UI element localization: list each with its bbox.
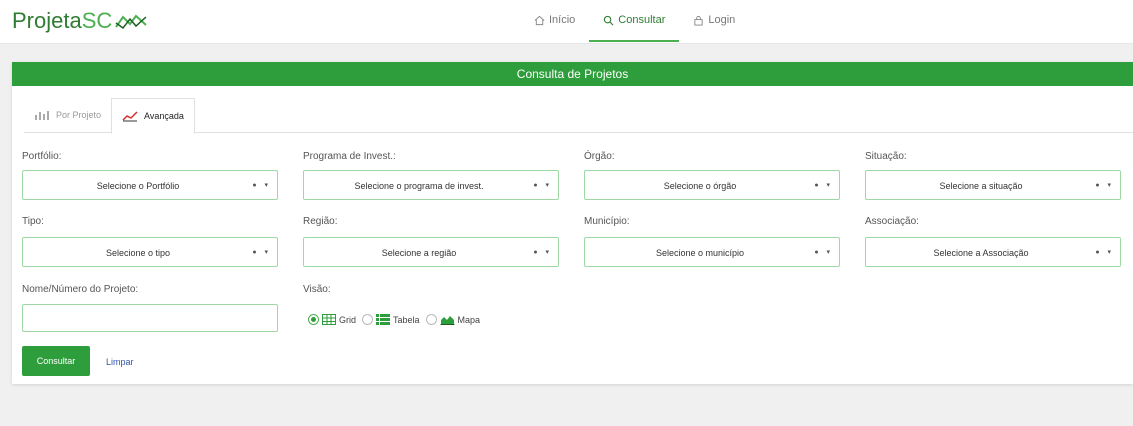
search-icon — [604, 15, 614, 25]
visao-option-mapa[interactable]: Mapa — [425, 314, 481, 325]
portfolio-select-value: Selecione o Portfólio — [96, 181, 180, 191]
programa-select-value: Selecione o programa de invest. — [354, 181, 484, 191]
visao-mapa-label: Mapa — [457, 314, 481, 325]
chevron-down-icon: ● ▾ — [814, 249, 833, 256]
nav-consultar[interactable]: Consultar — [589, 0, 680, 42]
lock-icon — [694, 15, 703, 26]
brand-logo[interactable]: Projeta SC — [12, 8, 148, 34]
municipio-select-value: Selecione o município — [655, 248, 745, 258]
nav-login[interactable]: Login — [679, 0, 749, 40]
tipo-label: Tipo: — [22, 216, 44, 227]
chevron-down-icon: ● ▾ — [814, 182, 833, 189]
radio-tabela[interactable] — [362, 314, 374, 325]
regiao-select-value: Selecione a região — [381, 248, 457, 258]
nome-projeto-label: Nome/Número do Projeto: — [22, 284, 139, 295]
situacao-select-value: Selecione a situação — [939, 181, 1023, 191]
municipio-select[interactable]: Selecione o município ● ▾ — [584, 237, 840, 267]
visao-radio-group: Grid Tabela Mapa — [308, 314, 480, 325]
home-icon — [534, 15, 545, 25]
associacao-select[interactable]: Selecione a Associação ● ▾ — [865, 237, 1121, 267]
brand-name-part1: Projeta — [12, 8, 82, 33]
visao-tabela-label: Tabela — [393, 314, 420, 325]
tipo-select-value: Selecione o tipo — [105, 248, 171, 258]
orgao-label: Órgão: — [584, 151, 615, 162]
programa-label: Programa de Invest.: — [303, 151, 396, 162]
municipio-label: Município: — [584, 216, 630, 227]
orgao-select[interactable]: Selecione o órgão ● ▾ — [584, 170, 840, 200]
card-title: Consulta de Projetos — [12, 62, 1133, 86]
chevron-down-icon: ● ▾ — [252, 182, 271, 189]
tab-por-projeto-label: Por Projeto — [56, 110, 102, 120]
nome-projeto-input[interactable] — [22, 304, 278, 332]
associacao-select-value: Selecione a Associação — [933, 248, 1029, 258]
regiao-label: Região: — [303, 216, 338, 227]
portfolio-select[interactable]: Selecione o Portfólio ● ▾ — [22, 170, 278, 200]
tab-avancada[interactable]: Avançada — [111, 98, 195, 134]
visao-label: Visão: — [303, 284, 331, 295]
nav-login-label: Login — [708, 14, 736, 26]
radio-mapa[interactable] — [425, 314, 437, 325]
visao-option-tabela[interactable]: Tabela — [362, 314, 420, 325]
visao-grid-label: Grid — [339, 314, 357, 325]
consulta-card: Consulta de Projetos Por Projeto Avançad… — [12, 62, 1133, 384]
programa-select[interactable]: Selecione o programa de invest. ● ▾ — [303, 170, 559, 200]
nav-consultar-label: Consultar — [618, 14, 666, 26]
search-tabs: Por Projeto Avançada — [24, 98, 1133, 134]
chevron-down-icon: ● ▾ — [533, 249, 552, 256]
portfolio-label: Portfólio: — [22, 151, 62, 162]
tab-avancada-label: Avançada — [144, 111, 184, 121]
main-nav: Início Consultar Login — [520, 0, 749, 43]
orgao-select-value: Selecione o órgão — [663, 181, 737, 191]
area-chart-icon — [440, 316, 455, 325]
line-chart-icon — [122, 111, 138, 122]
visao-option-grid[interactable]: Grid — [308, 314, 356, 325]
chevron-down-icon: ● ▾ — [533, 182, 552, 189]
tab-por-projeto[interactable]: Por Projeto — [24, 98, 111, 132]
grid-icon — [322, 314, 336, 325]
regiao-select[interactable]: Selecione a região ● ▾ — [303, 237, 559, 267]
list-icon — [376, 314, 391, 325]
nav-inicio[interactable]: Início — [520, 0, 589, 40]
chevron-down-icon: ● ▾ — [1095, 249, 1114, 256]
consultar-button[interactable]: Consultar — [22, 346, 90, 376]
chevron-down-icon: ● ▾ — [1095, 182, 1114, 189]
bar-chart-icon — [35, 111, 49, 120]
top-navbar: Projeta SC Início Consultar Login — [0, 0, 1133, 44]
situacao-label: Situação: — [865, 151, 907, 162]
limpar-link[interactable]: Limpar — [106, 357, 134, 367]
radio-grid[interactable] — [308, 314, 319, 325]
tipo-select[interactable]: Selecione o tipo ● ▾ — [22, 237, 278, 267]
brand-mark-icon — [115, 14, 147, 30]
chevron-down-icon: ● ▾ — [252, 249, 271, 256]
brand-name-part2: SC — [81, 8, 113, 33]
nav-inicio-label: Início — [549, 14, 576, 26]
situacao-select[interactable]: Selecione a situação ● ▾ — [865, 170, 1121, 200]
associacao-label: Associação: — [865, 216, 919, 227]
